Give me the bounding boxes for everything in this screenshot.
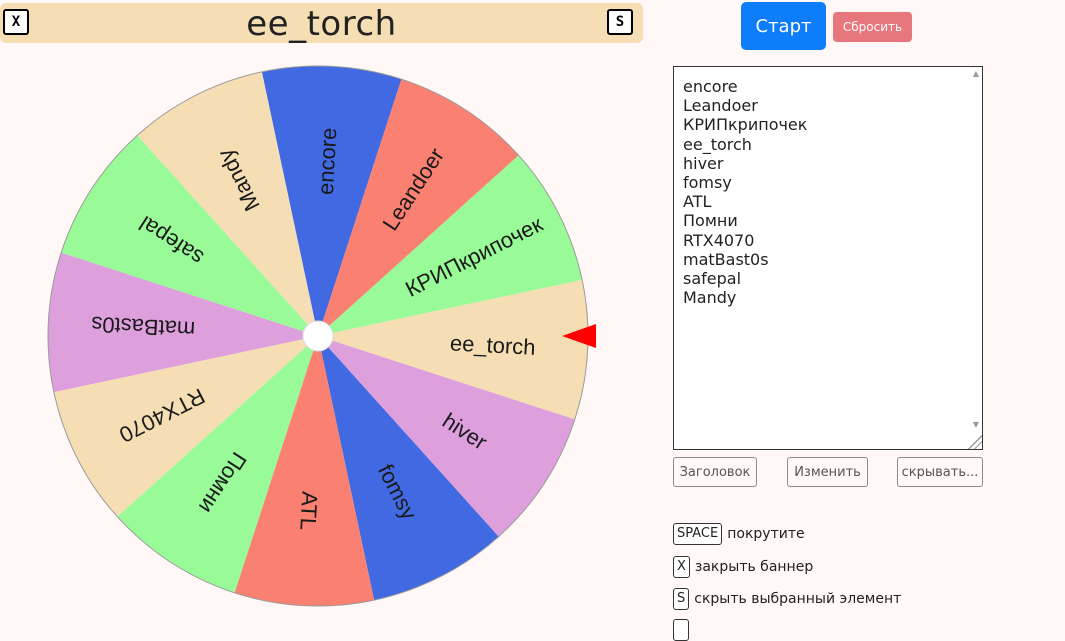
spin-wheel[interactable]: encore LeandoerКРИПкрипочекee_torchhiverf…: [0, 0, 640, 626]
shortcut-text: закрыть баннер: [694, 559, 814, 575]
entry-line: RTX4070: [683, 230, 755, 250]
space-key-badge: SPACE: [673, 523, 723, 545]
entries-textarea[interactable]: encore Leandoer КРИПкрипочек ee_torch hiver f…: [673, 66, 983, 450]
wheel-segment-label: ee_torch: [449, 330, 536, 359]
entry-line: Mandy: [683, 288, 737, 308]
entries-list: encore Leandoer КРИПкрипочек ee_torch hiver f…: [683, 77, 807, 307]
entry-line: fomsy: [683, 173, 732, 193]
entry-line: encore: [683, 77, 738, 96]
entry-line: ATL: [683, 192, 712, 212]
scroll-down-arrow-icon[interactable]: ▼: [973, 420, 979, 429]
resize-grip-icon[interactable]: [968, 435, 982, 449]
key-badge: [673, 619, 690, 641]
hide-selected-button[interactable]: S: [607, 9, 633, 35]
shortcut-hint-more: [673, 619, 694, 641]
scroll-up-arrow-icon[interactable]: ▲: [973, 69, 979, 78]
entry-line: КРИПкрипочек: [683, 115, 808, 135]
shortcut-hint-space: SPACE покрутите: [673, 523, 805, 545]
title-button[interactable]: Заголовок: [673, 457, 757, 487]
shortcut-text: скрыть выбранный элемент: [694, 591, 902, 607]
entry-line: ee_torch: [683, 134, 752, 154]
title-banner: X ee_torch S: [0, 3, 643, 44]
x-key-badge: X: [673, 556, 690, 578]
entry-line: Leandoer: [683, 96, 758, 116]
wheel-segment-label: encore: [313, 127, 341, 195]
banner-title: ee_torch: [246, 4, 397, 44]
reset-button[interactable]: Сбросить: [833, 12, 912, 42]
shortcut-text: покрутите: [727, 526, 805, 542]
entry-line: hiver: [683, 153, 724, 173]
wheel-hub: [302, 320, 334, 352]
wheel-segment-label: ATL: [295, 491, 322, 531]
shortcut-hint-x: X закрыть баннер: [673, 556, 813, 578]
start-button[interactable]: Старт: [741, 2, 826, 50]
s-key-badge: S: [673, 588, 690, 610]
entry-line: safepal: [683, 269, 742, 289]
entry-line: Помни: [683, 211, 738, 231]
edit-button[interactable]: Изменить: [787, 457, 868, 487]
shortcut-hint-s: S скрыть выбранный элемент: [673, 588, 901, 610]
entry-line: matBast0s: [683, 249, 769, 269]
hide-options-button[interactable]: скрывать...: [897, 457, 983, 487]
